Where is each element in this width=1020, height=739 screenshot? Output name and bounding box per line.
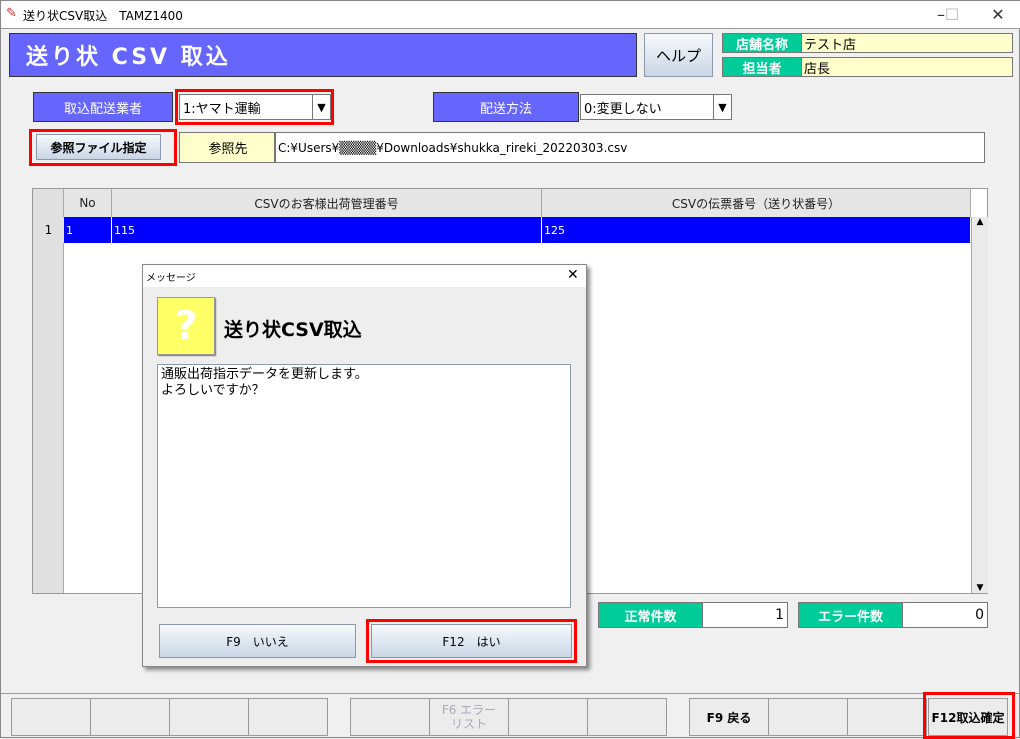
error-count-value: 0 — [902, 602, 988, 628]
file-path-field[interactable]: C:¥Users¥▒▒▒▒¥Downloads¥shukka_rireki_20… — [275, 132, 985, 163]
ok-count-label: 正常件数 — [598, 602, 703, 628]
column-header-no[interactable]: No — [64, 189, 112, 217]
scroll-up-icon[interactable]: ▲ — [972, 217, 988, 227]
dialog-close-button[interactable]: ✕ — [567, 267, 579, 283]
page-title: 送り状 CSV 取込 — [9, 33, 637, 77]
carrier-value: 1:ヤマト運輸 — [183, 101, 261, 117]
method-label: 配送方法 — [433, 92, 579, 122]
app-icon: ✎ — [6, 6, 17, 21]
scroll-down-icon[interactable]: ▼ — [972, 583, 988, 593]
carrier-select[interactable]: 1:ヤマト運輸 ▼ — [179, 94, 331, 120]
fkey-f7[interactable] — [508, 698, 588, 736]
fkey-f10[interactable] — [768, 698, 848, 736]
dialog-title: メッセージ — [146, 273, 196, 284]
cell-slip: 125 — [542, 217, 971, 243]
yes-button[interactable]: F12 はい — [371, 624, 572, 658]
store-value: テスト店 — [801, 33, 1013, 53]
ok-count-value: 1 — [702, 602, 788, 628]
carrier-label: 取込配送業者 — [33, 92, 173, 122]
column-header-mgmt[interactable]: CSVのお客様出荷管理番号 — [112, 189, 542, 217]
fkey-f3[interactable] — [169, 698, 249, 736]
window-title: 送り状CSV取込 TAMZ1400 — [23, 9, 183, 23]
question-icon: ? — [157, 297, 215, 355]
cell-mgmt: 115 — [112, 217, 542, 243]
fkey-f2[interactable] — [90, 698, 170, 736]
staff-label: 担当者 — [722, 57, 802, 77]
method-select[interactable]: 0:変更しない ▼ — [580, 94, 732, 120]
store-label: 店舗名称 — [722, 33, 802, 53]
ref-label: 参照先 — [179, 132, 275, 163]
row-number: 1 — [33, 217, 64, 243]
cell-no: 1 — [64, 217, 112, 243]
method-value: 0:変更しない — [584, 101, 662, 117]
dialog-heading: 送り状CSV取込 — [224, 319, 362, 341]
window-title-bar: ✎ 送り状CSV取込 TAMZ1400 – ☐ ✕ — [1, 1, 1020, 29]
fkey-f1[interactable] — [11, 698, 91, 736]
fkey-f9-back[interactable]: F9 戻る — [689, 698, 769, 736]
fkey-f6-error-list[interactable]: F6 エラー リスト — [429, 698, 509, 736]
chevron-down-icon[interactable]: ▼ — [713, 95, 731, 119]
close-button[interactable]: ✕ — [983, 5, 1013, 24]
column-header-slip[interactable]: CSVの伝票番号（送り状番号） — [542, 189, 971, 217]
fkey-f4[interactable] — [248, 698, 328, 736]
staff-value: 店長 — [801, 57, 1013, 77]
maximize-button[interactable]: ☐ — [937, 5, 967, 24]
no-button[interactable]: F9 いいえ — [159, 624, 356, 658]
fkey-f12-confirm[interactable]: F12取込確定 — [928, 698, 1008, 736]
dialog-title-bar: メッセージ ✕ — [143, 265, 586, 287]
fkey-f11[interactable] — [847, 698, 927, 736]
fkey-f5[interactable] — [350, 698, 430, 736]
dialog-message: 通販出荷指示データを更新します。 よろしいですか？ — [157, 364, 571, 608]
row-header-column — [33, 189, 64, 593]
message-dialog: メッセージ ✕ ? 送り状CSV取込 通販出荷指示データを更新します。 よろしい… — [142, 264, 587, 667]
help-button[interactable]: ヘルプ — [644, 33, 713, 77]
chevron-down-icon[interactable]: ▼ — [312, 95, 330, 119]
file-select-button[interactable]: 参照ファイル指定 — [36, 134, 161, 160]
vertical-scrollbar[interactable]: ▲ ▼ — [971, 217, 988, 593]
table-row[interactable]: 1 1 115 125 — [33, 217, 971, 243]
error-count-label: エラー件数 — [798, 602, 903, 628]
fkey-f8[interactable] — [587, 698, 667, 736]
